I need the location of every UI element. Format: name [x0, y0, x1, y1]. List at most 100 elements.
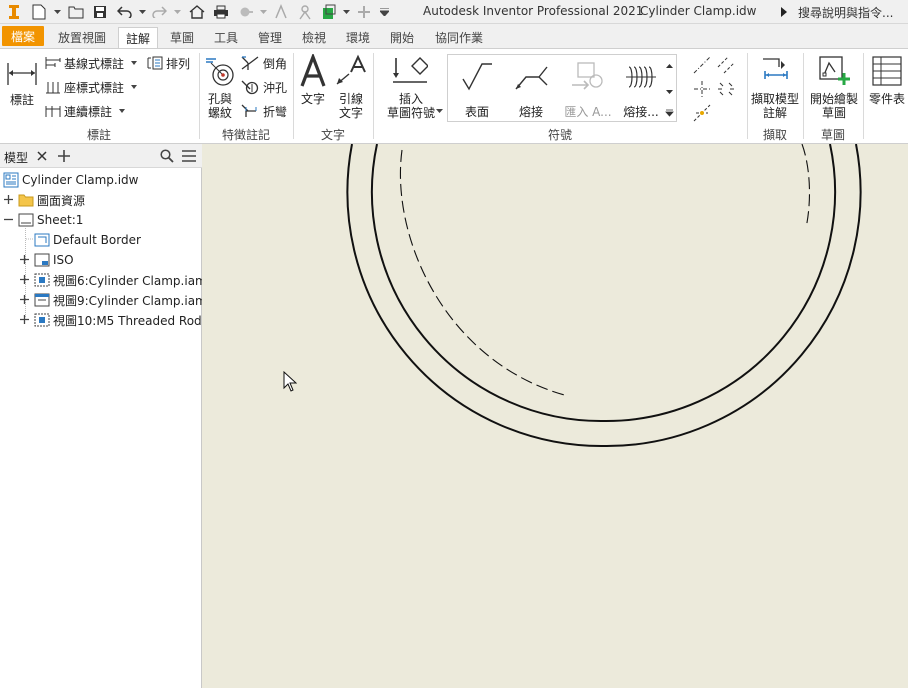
import-autocad-block-button[interactable]: 匯入 A...: [560, 57, 616, 121]
chevron-down-icon[interactable]: [52, 3, 62, 21]
parts-list-button[interactable]: 零件表: [866, 53, 908, 123]
welding-symbol-button[interactable]: 熔接: [506, 57, 556, 121]
inventor-logo-icon[interactable]: [6, 3, 22, 21]
chain-dimension-button[interactable]: 連續標註: [45, 102, 130, 120]
expand-plus-icon[interactable]: [4, 195, 13, 204]
tree-item-view-6-label: 視圖6:Cylinder Clamp.iam: [53, 273, 207, 288]
material-icon[interactable]: [319, 3, 339, 21]
surface-texture-icon: [462, 63, 492, 91]
gallery-expand-icon[interactable]: [665, 109, 674, 117]
add-browser-icon[interactable]: [58, 150, 70, 162]
expand-plus-icon[interactable]: [20, 255, 29, 264]
save-icon[interactable]: [91, 3, 109, 21]
tree-item-sheet[interactable]: Sheet:1: [18, 210, 83, 230]
hole-thread-label-2: 螺紋: [207, 106, 232, 120]
tab-environments[interactable]: 環境: [340, 27, 376, 48]
tree-item-iso[interactable]: ISO: [34, 250, 74, 270]
hidden-line-arc-right[interactable]: [801, 144, 811, 229]
chevron-down-icon: [131, 61, 138, 65]
tree-item-view-9[interactable]: 視圖9:Cylinder Clamp.iam: [34, 290, 207, 310]
measure-icon[interactable]: [271, 3, 291, 21]
baseline-dimension-button[interactable]: 基線式標註: [45, 54, 142, 72]
tab-manage[interactable]: 管理: [252, 27, 288, 48]
tab-sketch[interactable]: 草圖: [164, 27, 200, 48]
tab-collaborate[interactable]: 協同作業: [428, 27, 490, 48]
inner-circle-arc[interactable]: [370, 144, 837, 423]
insert-symbol-label-1: 插入: [398, 92, 423, 106]
chamfer-note-button[interactable]: 倒角: [240, 54, 287, 72]
print-icon[interactable]: [211, 3, 231, 21]
tab-file[interactable]: 檔案: [2, 26, 44, 46]
gallery-scroll-down-icon[interactable]: [665, 89, 674, 95]
punch-note-button[interactable]: 沖孔: [240, 78, 287, 96]
tab-view[interactable]: 檢視: [296, 27, 332, 48]
view-icon: [34, 313, 50, 327]
punch-note-label: 沖孔: [263, 80, 288, 95]
chain-dimension-label: 連續標註: [64, 104, 113, 119]
browser-tab-model[interactable]: 模型: [4, 149, 28, 166]
tree-item-view-6[interactable]: 視圖6:Cylinder Clamp.iam: [34, 270, 207, 290]
menu-icon[interactable]: [182, 150, 196, 162]
close-icon[interactable]: [37, 151, 47, 161]
chevron-down-icon: [119, 109, 126, 113]
search-icon[interactable]: [160, 149, 174, 163]
bend-note-button[interactable]: 折彎: [240, 102, 287, 120]
auto-centerline-icon[interactable]: [692, 103, 712, 123]
redo-icon[interactable]: [150, 3, 168, 21]
open-folder-icon[interactable]: [66, 3, 86, 21]
tree-item-document[interactable]: Cylinder Clamp.idw: [3, 170, 138, 190]
drawing-doc-icon: [3, 172, 19, 188]
hole-thread-label-1: 孔與: [207, 92, 232, 106]
tab-annotate[interactable]: 註解: [118, 27, 158, 48]
redo-dropdown-icon[interactable]: [172, 3, 182, 21]
search-expand-icon[interactable]: [780, 7, 788, 17]
surface-texture-button[interactable]: 表面: [452, 57, 502, 121]
hole-thread-button[interactable]: 孔與 螺紋: [203, 53, 237, 123]
text-button[interactable]: 文字: [296, 53, 330, 123]
centered-pattern-icon[interactable]: [716, 79, 736, 99]
caterpillar-weld-button[interactable]: 熔接...: [618, 57, 664, 121]
dimension-button[interactable]: 標註: [4, 55, 40, 115]
expand-plus-icon[interactable]: [20, 275, 29, 284]
tree-item-sheet-label: Sheet:1: [37, 213, 84, 227]
centerline-bisector-icon[interactable]: [716, 55, 736, 75]
undo-icon[interactable]: [116, 3, 134, 21]
tab-get-started[interactable]: 開始: [384, 27, 420, 48]
material-dropdown-icon[interactable]: [341, 3, 351, 21]
hidden-line-arc-left[interactable]: [399, 149, 569, 397]
home-icon[interactable]: [187, 3, 207, 21]
outer-circle-arc[interactable]: [346, 144, 862, 448]
insert-sketched-symbol-button[interactable]: 插入 草圖符號: [380, 53, 443, 123]
new-document-icon[interactable]: [30, 3, 48, 21]
drawing-canvas[interactable]: [202, 144, 908, 688]
arrange-button[interactable]: 排列: [147, 54, 190, 72]
tree-item-drawing-resources[interactable]: 圖面資源: [18, 190, 85, 210]
welding-symbol-label: 熔接: [518, 105, 543, 119]
customize-qat-icon[interactable]: [377, 3, 391, 21]
tree-item-view-10[interactable]: 視圖10:M5 Threaded Rod.i: [34, 310, 209, 330]
tree-item-default-border[interactable]: Default Border: [34, 230, 141, 250]
start-sketch-button[interactable]: 開始繪製 草圖: [806, 53, 862, 123]
tab-place-views[interactable]: 放置視圖: [50, 27, 114, 48]
undo-dropdown-icon[interactable]: [137, 3, 147, 21]
expand-plus-icon[interactable]: [20, 315, 29, 324]
leader-text-button[interactable]: 引線 文字: [333, 53, 369, 123]
title-block-icon: [34, 253, 50, 267]
collapse-minus-icon[interactable]: [4, 215, 13, 224]
color-dropdown-icon[interactable]: [258, 3, 268, 21]
expand-plus-icon[interactable]: [20, 295, 29, 304]
tab-tools[interactable]: 工具: [208, 27, 244, 48]
gallery-scroll-up-icon[interactable]: [665, 63, 674, 69]
dimension-label: 標註: [9, 93, 34, 107]
appearance-icon[interactable]: [295, 3, 315, 21]
ordinate-dimension-button[interactable]: 座標式標註: [45, 78, 142, 96]
centerline-icon[interactable]: [692, 55, 712, 75]
dimension-icon: [7, 63, 37, 85]
add-icon[interactable]: [355, 3, 373, 21]
center-mark-icon[interactable]: [692, 79, 712, 99]
ordinate-dimension-icon: [46, 82, 60, 94]
retrieve-model-annotations-button[interactable]: 擷取模型 註解: [749, 53, 801, 123]
help-search[interactable]: 搜尋說明與指令...: [780, 2, 908, 22]
drawing-geometry: [346, 144, 862, 448]
color-override-icon[interactable]: [236, 3, 256, 21]
